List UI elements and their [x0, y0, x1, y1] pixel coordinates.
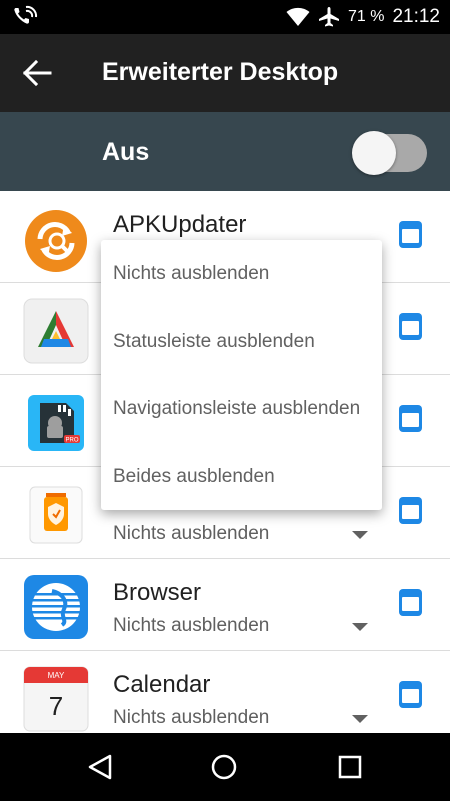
dropdown-option-both[interactable]: Beides ausblenden: [113, 466, 275, 488]
hide-mode-dropdown: Nichts ausblenden Statusleiste ausblende…: [101, 240, 382, 510]
navigation-bar: [0, 733, 450, 801]
nav-back-icon[interactable]: [86, 753, 114, 781]
master-switch-label: Aus: [102, 138, 150, 166]
battery-percent: 71 %: [347, 8, 385, 25]
page-title: Erweiterter Desktop: [102, 58, 339, 86]
svg-text:PRO: PRO: [65, 438, 78, 444]
calendar-icon-month: MAY: [48, 671, 65, 680]
nav-home-icon[interactable]: [210, 753, 238, 781]
app-name: Calendar: [113, 671, 211, 698]
dropdown-option-none[interactable]: Nichts ausblenden: [113, 263, 269, 285]
app-checkbox[interactable]: [399, 313, 422, 340]
dropdown-arrow-icon[interactable]: [352, 715, 368, 723]
app-checkbox[interactable]: [399, 497, 422, 524]
list-item[interactable]: MAY 7 Calendar Nichts ausblenden: [0, 651, 450, 743]
calendar-icon: MAY 7: [23, 666, 89, 732]
wifi-call-icon: [14, 5, 38, 24]
master-switch-bar[interactable]: Aus: [0, 112, 450, 191]
app-icon-battery: [29, 486, 83, 544]
app-checkbox[interactable]: [399, 681, 422, 708]
browser-icon: [24, 575, 88, 639]
back-arrow-icon[interactable]: [22, 58, 54, 88]
calendar-icon-day: 7: [49, 691, 63, 721]
app-checkbox[interactable]: [399, 589, 422, 616]
hide-mode-value[interactable]: Nichts ausblenden: [113, 523, 269, 545]
master-switch-thumb[interactable]: [352, 131, 396, 175]
wifi-icon: [286, 7, 310, 26]
dropdown-arrow-icon[interactable]: [352, 531, 368, 539]
dropdown-option-navbar[interactable]: Navigationsleiste ausblenden: [113, 398, 360, 420]
app-bar: Erweiterter Desktop: [0, 34, 450, 112]
status-bar: 71 % 21:12: [0, 0, 450, 34]
app-name: APKUpdater: [113, 211, 247, 238]
dropdown-option-statusbar[interactable]: Statusleiste ausblenden: [113, 331, 315, 353]
apkupdater-icon: [25, 210, 87, 272]
nav-recents-icon[interactable]: [336, 753, 364, 781]
list-item[interactable]: Browser Nichts ausblenden: [0, 559, 450, 651]
clock: 21:12: [392, 6, 440, 27]
app-checkbox[interactable]: [399, 405, 422, 432]
app-icon-android-sd: PRO: [28, 395, 84, 451]
app-name: Browser: [113, 579, 202, 606]
hide-mode-value[interactable]: Nichts ausblenden: [113, 707, 269, 729]
hide-mode-value[interactable]: Nichts ausblenden: [113, 615, 269, 637]
app-checkbox[interactable]: [399, 221, 422, 248]
app-icon-triangle: [23, 298, 89, 364]
airplane-icon: [318, 7, 339, 27]
dropdown-arrow-icon[interactable]: [352, 623, 368, 631]
